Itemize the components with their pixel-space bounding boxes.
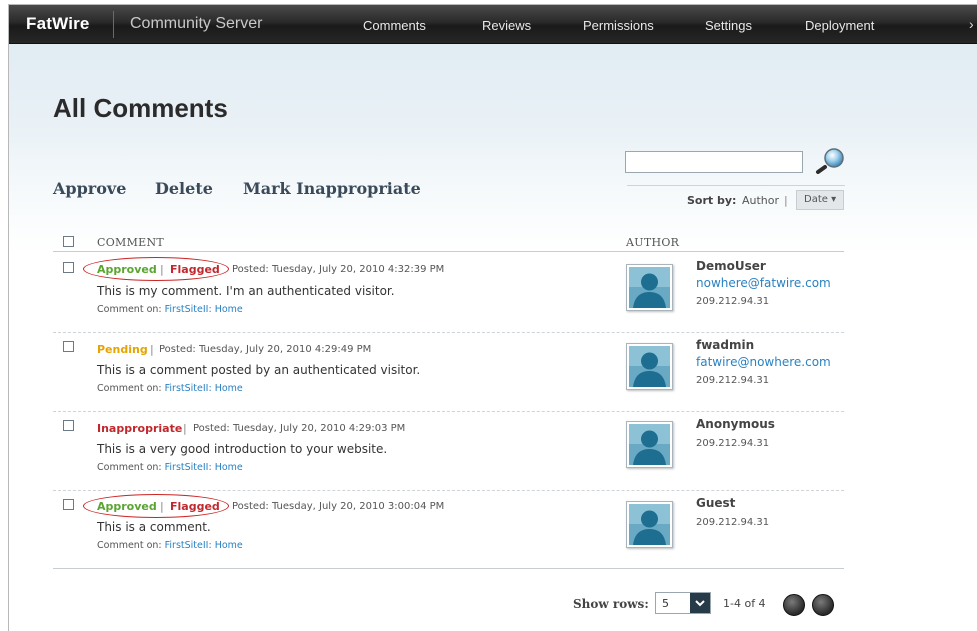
sort-divider	[627, 185, 845, 186]
row-checkbox[interactable]	[63, 420, 74, 431]
comment-on-link[interactable]: FirstSiteII: Home	[165, 540, 243, 551]
row-divider	[53, 490, 844, 491]
brand-logo[interactable]: FatWire	[26, 14, 90, 34]
comment-text: This is a comment posted by an authentic…	[97, 363, 421, 377]
comment-on-link[interactable]: FirstSiteII: Home	[165, 304, 243, 315]
avatar-icon	[629, 504, 670, 545]
nav-comments[interactable]: Comments	[363, 18, 426, 33]
status-separator: |	[183, 422, 187, 435]
posted-date: Posted: Tuesday, July 20, 2010 3:00:04 P…	[232, 501, 445, 512]
nav-permissions[interactable]: Permissions	[583, 18, 654, 33]
status-flagged: Flagged	[170, 500, 220, 513]
select-all-checkbox[interactable]	[63, 236, 74, 247]
comment-on-link[interactable]: FirstSiteII: Home	[165, 462, 243, 473]
nav-reviews[interactable]: Reviews	[482, 18, 531, 33]
row-divider	[53, 332, 844, 333]
avatar	[626, 501, 673, 548]
comment-on: Comment on: FirstSiteII: Home	[97, 540, 243, 551]
author-name[interactable]: DemoUser	[696, 259, 766, 273]
author-ip: 209.212.94.31	[696, 517, 770, 528]
comment-on: Comment on: FirstSiteII: Home	[97, 383, 243, 394]
comment-on-label: Comment on:	[97, 383, 162, 394]
status-inappropriate: Inappropriate	[97, 422, 183, 435]
comment-text: This is my comment. I'm an authenticated…	[97, 284, 395, 298]
nav-settings[interactable]: Settings	[705, 18, 752, 33]
app-frame: FatWire Community Server Comments Review…	[8, 4, 977, 631]
page-count: 1-4 of 4	[723, 597, 766, 610]
comment-text: This is a comment.	[97, 520, 211, 534]
table-bottom-divider	[53, 568, 844, 569]
chevron-down-icon[interactable]	[690, 593, 710, 613]
author-email[interactable]: nowhere@fatwire.com	[696, 276, 831, 290]
header-divider	[53, 251, 844, 252]
comment-text: This is a very good introduction to your…	[97, 442, 388, 456]
sort-label: Sort by:	[687, 194, 737, 207]
nav-deployment[interactable]: Deployment	[805, 18, 874, 33]
row-checkbox[interactable]	[63, 341, 74, 352]
product-name: Community Server	[130, 15, 263, 32]
posted-date: Posted: Tuesday, July 20, 2010 4:29:03 P…	[193, 423, 406, 434]
row-checkbox[interactable]	[63, 499, 74, 510]
status-separator: |	[160, 263, 164, 276]
avatar	[626, 343, 673, 390]
search-input[interactable]	[625, 151, 803, 173]
mark-inappropriate-button[interactable]: Mark Inappropriate	[243, 179, 421, 198]
row-divider	[53, 411, 844, 412]
top-nav-bar: FatWire Community Server Comments Review…	[9, 5, 977, 44]
comment-on: Comment on: FirstSiteII: Home	[97, 462, 243, 473]
status-pending: Pending	[97, 343, 148, 356]
avatar	[626, 421, 673, 468]
author-email[interactable]: fatwire@nowhere.com	[696, 355, 831, 369]
column-header-author: AUTHOR	[626, 236, 680, 249]
rows-per-page-select[interactable]: 5	[655, 592, 711, 614]
nav-more-icon[interactable]: ›	[969, 16, 974, 32]
search-icon[interactable]	[813, 146, 849, 174]
sort-separator: |	[784, 194, 788, 207]
approve-button[interactable]: Approve	[53, 179, 126, 198]
author-name[interactable]: fwadmin	[696, 338, 754, 352]
brand-divider	[113, 11, 114, 38]
status-approved: Approved	[97, 263, 157, 276]
author-name[interactable]: Anonymous	[696, 417, 775, 431]
sort-author-link[interactable]: Author	[742, 194, 779, 207]
author-ip: 209.212.94.31	[696, 438, 770, 449]
avatar	[626, 264, 673, 311]
column-header-comment: COMMENT	[97, 236, 165, 249]
row-checkbox[interactable]	[63, 262, 74, 273]
author-ip: 209.212.94.31	[696, 375, 770, 386]
status-approved: Approved	[97, 500, 157, 513]
show-rows-label: Show rows:	[573, 597, 649, 611]
posted-date: Posted: Tuesday, July 20, 2010 4:32:39 P…	[232, 264, 445, 275]
prev-page-icon[interactable]	[783, 594, 805, 616]
page-title: All Comments	[53, 93, 228, 123]
avatar-icon	[629, 267, 670, 308]
comment-on-label: Comment on:	[97, 462, 162, 473]
avatar-icon	[629, 424, 670, 465]
author-ip: 209.212.94.31	[696, 296, 770, 307]
status-flagged: Flagged	[170, 263, 220, 276]
rows-per-page-value: 5	[662, 597, 669, 610]
comment-on-link[interactable]: FirstSiteII: Home	[165, 383, 243, 394]
next-page-icon[interactable]	[812, 594, 834, 616]
author-name[interactable]: Guest	[696, 496, 735, 510]
delete-button[interactable]: Delete	[155, 179, 213, 198]
posted-date: Posted: Tuesday, July 20, 2010 4:29:49 P…	[159, 344, 372, 355]
status-separator: |	[150, 343, 154, 356]
avatar-icon	[629, 346, 670, 387]
status-separator: |	[160, 500, 164, 513]
sort-date-dropdown[interactable]: Date ▾	[796, 190, 844, 210]
comment-on-label: Comment on:	[97, 540, 162, 551]
comment-on-label: Comment on:	[97, 304, 162, 315]
comment-on: Comment on: FirstSiteII: Home	[97, 304, 243, 315]
